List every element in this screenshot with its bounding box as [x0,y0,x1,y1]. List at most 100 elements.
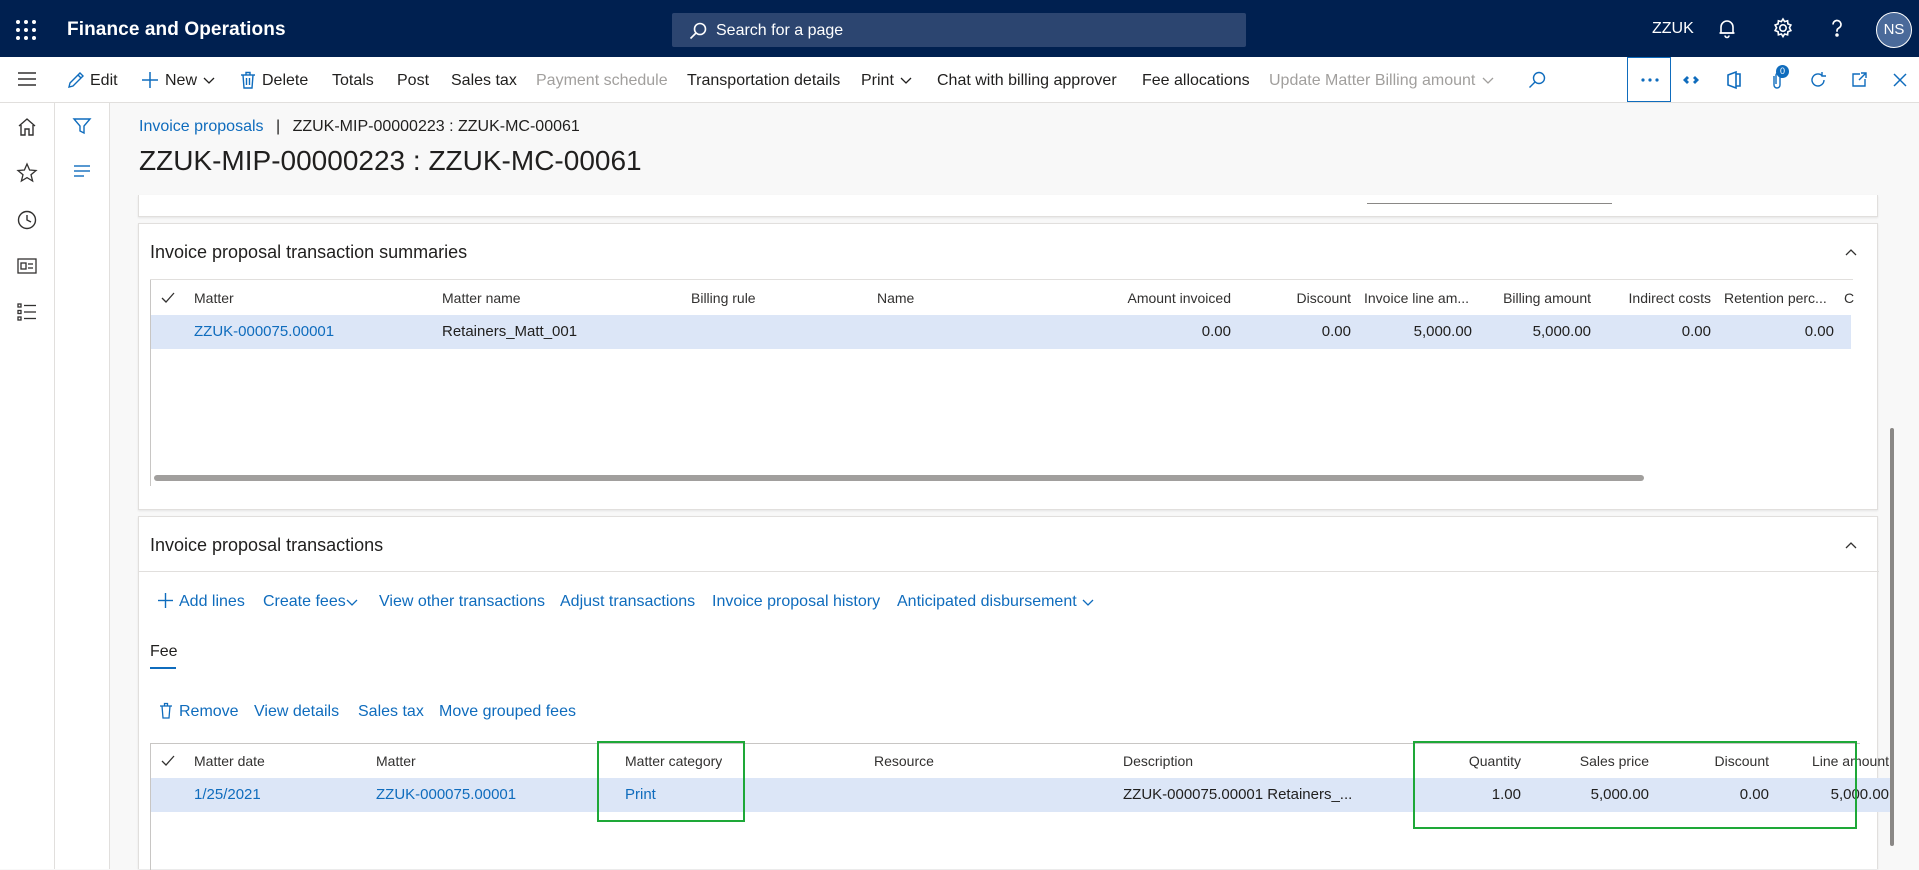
row-billing-amount: 5,000.00 [1532,323,1591,340]
refresh-icon[interactable] [1808,70,1828,90]
col-matter-name[interactable]: Matter name [442,281,521,315]
summaries-title[interactable]: Invoice proposal transaction summaries [150,242,467,263]
select-all-checkbox[interactable] [160,744,176,778]
sales-tax-button[interactable]: Sales tax [358,703,424,721]
close-icon[interactable] [1890,70,1910,90]
search-box[interactable]: Search for a page [672,13,1246,47]
col-truncated[interactable]: C [1844,281,1854,315]
view-details-button[interactable]: View details [254,703,339,721]
breadcrumb-separator: | [275,118,281,135]
filter-pane [55,103,110,869]
post-button[interactable]: Post [397,72,429,90]
row-retention: 0.00 [1804,323,1834,340]
row-amount-invoiced: 0.00 [1201,323,1231,340]
hamburger-menu-icon[interactable] [16,70,38,88]
row-matter-link[interactable]: ZZUK-000075.00001 [194,315,334,349]
select-all-checkbox[interactable] [160,281,176,315]
highlight-box-matter-category [597,741,745,822]
print-button[interactable]: Print [861,72,894,90]
bell-icon[interactable] [1716,17,1738,39]
collapse-chevron-icon[interactable] [1843,537,1859,553]
summaries-grid-header: Matter Matter name Billing rule Name Amo… [151,281,1854,315]
invoice-proposal-history-button[interactable]: Invoice proposal history [712,593,880,611]
highlight-box-amounts [1413,741,1857,829]
app-launcher-icon[interactable] [14,18,38,42]
search-icon [689,22,707,40]
search-icon[interactable] [1527,70,1547,90]
tab-fee-underline [150,667,176,669]
delete-button[interactable]: Delete [262,72,308,90]
row-discount: 0.00 [1321,323,1351,340]
favorites-star-icon[interactable] [16,162,38,184]
create-fees-button[interactable]: Create fees [263,593,346,611]
notification-count-badge: 0 [1776,65,1789,78]
col-description[interactable]: Description [1123,744,1193,778]
transactions-title[interactable]: Invoice proposal transactions [150,535,383,556]
gear-icon[interactable] [1772,17,1794,39]
user-avatar[interactable]: NS [1876,12,1912,48]
col-matter[interactable]: Matter [194,281,234,315]
chevron-down-icon[interactable] [899,73,913,87]
filter-icon[interactable] [72,116,92,136]
col-billing-rule[interactable]: Billing rule [691,281,756,315]
tab-fee[interactable]: Fee [150,643,178,661]
totals-button[interactable]: Totals [332,72,374,90]
col-discount[interactable]: Discount [1251,281,1351,315]
chevron-down-icon[interactable] [1081,595,1095,609]
row-description: ZZUK-000075.00001 Retainers_... [1123,786,1353,803]
col-amount-invoiced[interactable]: Amount invoiced [1081,281,1231,315]
move-grouped-fees-button[interactable]: Move grouped fees [439,703,576,721]
new-button[interactable]: New [165,72,197,90]
anticipated-disbursement-button[interactable]: Anticipated disbursement [897,593,1077,611]
vertical-scrollbar[interactable] [1890,428,1894,846]
modules-list-icon[interactable] [16,301,38,323]
open-new-window-icon[interactable] [1849,70,1869,90]
payment-schedule-button[interactable]: Payment schedule [536,72,668,90]
col-resource[interactable]: Resource [874,744,934,778]
recent-clock-icon[interactable] [16,209,38,231]
adjust-transactions-button[interactable]: Adjust transactions [560,593,695,611]
row-matter-link[interactable]: ZZUK-000075.00001 [376,778,516,812]
add-icon [140,70,160,90]
table-row[interactable]: ZZUK-000075.00001 Retainers_Matt_001 0.0… [151,315,1851,349]
power-apps-icon[interactable] [1681,70,1701,90]
update-matter-billing-button[interactable]: Update Matter Billing amount [1269,72,1475,90]
top-bar: Finance and Operations Search for a page… [0,0,1919,57]
add-icon [157,592,174,609]
chevron-down-icon[interactable] [345,595,359,609]
col-matter[interactable]: Matter [376,744,416,778]
action-pane: Edit New Delete Totals Post Sales tax Pa… [0,57,1919,103]
related-info-icon[interactable] [72,161,92,181]
breadcrumb-parent-link[interactable]: Invoice proposals [139,118,264,135]
more-icon [1641,78,1659,82]
transportation-details-button[interactable]: Transportation details [687,72,840,90]
add-lines-button[interactable]: Add lines [179,593,245,611]
more-options-button[interactable] [1627,57,1671,102]
remove-button[interactable]: Remove [179,703,239,721]
office-icon[interactable] [1724,70,1744,90]
col-name[interactable]: Name [877,281,914,315]
collapse-chevron-icon[interactable] [1843,244,1859,260]
company-picker[interactable]: ZZUK [1652,20,1694,38]
field-underline [1367,203,1612,204]
breadcrumb-current: ZZUK-MIP-00000223 : ZZUK-MC-00061 [292,118,580,135]
col-matter-date[interactable]: Matter date [194,744,265,778]
help-icon[interactable] [1826,17,1848,39]
fee-allocations-button[interactable]: Fee allocations [1142,72,1250,90]
edit-button[interactable]: Edit [90,72,118,90]
chevron-down-icon[interactable] [202,73,216,87]
row-matter-date-link[interactable]: 1/25/2021 [194,778,261,812]
row-indirect-costs: 0.00 [1681,323,1711,340]
home-icon[interactable] [16,116,38,138]
page-title: ZZUK-MIP-00000223 : ZZUK-MC-00061 [139,145,642,176]
view-other-transactions-button[interactable]: View other transactions [379,593,545,611]
chevron-down-icon[interactable] [1481,73,1495,87]
col-invoice-line-amount[interactable]: Invoice line am... [1364,281,1474,315]
col-indirect-costs[interactable]: Indirect costs [1611,281,1711,315]
col-retention-percent[interactable]: Retention perc... [1724,281,1834,315]
sales-tax-button[interactable]: Sales tax [451,72,517,90]
horizontal-scrollbar[interactable] [154,475,1644,481]
workspaces-icon[interactable] [16,255,38,277]
col-billing-amount[interactable]: Billing amount [1481,281,1591,315]
chat-billing-approver-button[interactable]: Chat with billing approver [937,72,1117,90]
